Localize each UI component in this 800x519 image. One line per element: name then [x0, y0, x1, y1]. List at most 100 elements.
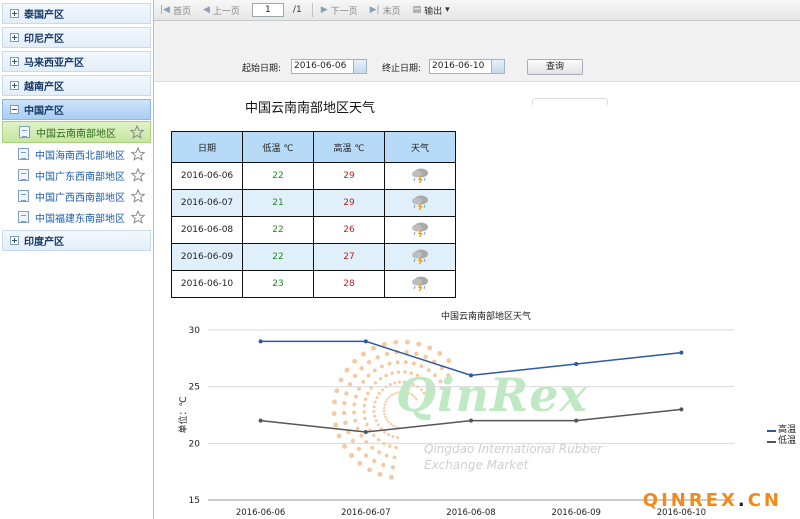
last-page-icon: ▶| [369, 5, 380, 15]
expand-icon [10, 57, 19, 66]
query-button[interactable]: 查询 [527, 59, 583, 75]
chart-legend: 高温 低温 [767, 425, 796, 447]
chart-title: 中国云南南部地区天气 [441, 312, 532, 322]
sub-region-label: 中国福建东南部地区 [35, 213, 125, 225]
high-temp-cell: 29 [313, 162, 385, 190]
watermark-logo: QinRex Qingdao International Rubber Exch… [324, 340, 644, 500]
low-temp-cell: 23 [242, 270, 314, 298]
first-page-button[interactable]: |◀ 首页 [160, 4, 191, 17]
region-sidebar: 泰国产区印尼产区马来西亚产区 越南产区 中国产区 中国云南南部地区 中国海南西北部地… [0, 0, 154, 519]
legend-item: 高温 [767, 425, 796, 436]
region-label: 中国产区 [24, 106, 64, 117]
column-header: 高温 ℃ [313, 131, 385, 163]
export-button[interactable]: ▤ 输出 ▾ [413, 4, 450, 17]
low-temp-cell: 21 [242, 189, 314, 217]
x-tick-label: 2016-06-06 [236, 508, 285, 518]
x-tick-label: 2016-06-09 [551, 508, 600, 518]
date-cell: 2016-06-08 [171, 216, 243, 244]
toolbar-divider [311, 3, 313, 17]
region-china[interactable]: 中国产区 [2, 99, 151, 120]
favorite-star-icon[interactable] [129, 124, 145, 139]
low-temp-cell: 22 [242, 216, 314, 244]
favorite-star-icon[interactable] [130, 167, 146, 182]
table-row: 2016-06-08 22 26 [171, 216, 456, 244]
sub-region-item[interactable]: 中国福建东南部地区 [2, 207, 151, 227]
x-tick-label: 2016-06-07 [341, 508, 390, 518]
high-temp-cell: 28 [313, 270, 385, 298]
end-date-field[interactable]: 2016-06-10 [429, 59, 505, 74]
calendar-icon[interactable] [491, 60, 504, 73]
column-header: 日期 [171, 131, 243, 163]
high-temp-cell: 29 [313, 189, 385, 217]
high-temp-cell: 26 [313, 216, 385, 244]
region-item[interactable]: 印尼产区 [2, 27, 151, 48]
date-filter: 起始日期: 2016-06-06 终止日期: 2016-06-10 查询 [154, 21, 800, 105]
region-label: 印尼产区 [24, 34, 64, 45]
region-item[interactable]: 泰国产区 [2, 3, 151, 24]
sub-region-item[interactable]: 中国云南南部地区 [2, 121, 151, 143]
prev-page-button[interactable]: ◀ 上一页 [203, 4, 240, 17]
thunderstorm-icon [410, 193, 430, 211]
expand-icon [10, 236, 19, 245]
thunderstorm-icon [410, 274, 430, 292]
favorite-star-icon[interactable] [130, 146, 146, 161]
x-tick-label: 2016-06-08 [446, 508, 495, 518]
date-cell: 2016-06-07 [171, 189, 243, 217]
weather-cell [384, 216, 456, 244]
table-row: 2016-06-06 22 29 [171, 162, 456, 190]
next-page-icon: ▶ [320, 5, 328, 15]
sub-region-label: 中国海南西北部地区 [35, 150, 125, 162]
low-temp-cell: 22 [242, 162, 314, 190]
legend-item: 低温 [767, 436, 796, 447]
page-total: /1 [292, 5, 302, 15]
region-item[interactable]: 马来西亚产区 [2, 51, 151, 72]
expand-icon [10, 33, 19, 42]
weather-cell [384, 162, 456, 190]
data-point [258, 418, 263, 423]
sub-region-item[interactable]: 中国广西西南部地区 [2, 186, 151, 206]
main-panel: |◀ 首页 ◀ 上一页 1 /1 ▶ 下一页 ▶| 末页 ▤ 输出 ▾ 起始日期: 2016… [154, 0, 800, 519]
weather-cell [384, 243, 456, 271]
y-tick-label: 15 [189, 496, 200, 506]
sub-region-label: 中国云南南部地区 [36, 128, 116, 140]
y-axis-label: 单位：℃ [177, 396, 189, 433]
y-tick-label: 20 [189, 439, 201, 449]
table-row: 2016-06-09 22 27 [171, 243, 456, 271]
prev-page-icon: ◀ [202, 5, 210, 15]
legend-label: 高温 [778, 425, 797, 435]
low-temp-cell: 22 [242, 243, 314, 271]
sub-region-item[interactable]: 中国海南西北部地区 [2, 144, 151, 164]
data-point [258, 339, 263, 344]
report-title: 中国云南南部地区天气 [245, 101, 376, 116]
region-item[interactable]: 印度产区 [2, 230, 151, 251]
next-page-button[interactable]: ▶ 下一页 [321, 4, 358, 17]
favorite-star-icon[interactable] [130, 188, 146, 203]
date-cell: 2016-06-06 [171, 162, 243, 190]
legend-swatch [767, 440, 776, 443]
page-number-input[interactable]: 1 [251, 3, 284, 17]
collapse-tab[interactable] [532, 98, 608, 105]
region-label: 印度产区 [24, 237, 64, 248]
table-row: 2016-06-10 23 28 [171, 270, 456, 298]
collapse-icon [10, 105, 19, 114]
y-tick-label: 25 [189, 383, 200, 393]
report-icon [19, 126, 30, 138]
start-date-label: 起始日期: [242, 64, 282, 74]
calendar-icon[interactable] [353, 60, 366, 73]
weather-table: 日期 低温 ℃ 高温 ℃ 天气 2016-06-06 22 29 2016-06-07 21 2… [171, 131, 456, 298]
thunderstorm-icon [410, 220, 430, 238]
export-icon: ▤ [412, 5, 422, 15]
start-date-field[interactable]: 2016-06-06 [291, 59, 367, 74]
brand-logo: QINREX.CN [642, 490, 782, 511]
report-icon [18, 211, 29, 223]
chevron-down-icon: ▾ [445, 5, 450, 15]
legend-swatch [767, 429, 776, 432]
region-item[interactable]: 越南产区 [2, 75, 151, 96]
expand-icon [10, 81, 19, 90]
favorite-star-icon[interactable] [130, 209, 146, 224]
end-date-label: 终止日期: [382, 64, 422, 74]
last-page-button[interactable]: ▶| 末页 [370, 4, 401, 17]
sub-region-item[interactable]: 中国广东西南部地区 [2, 165, 151, 185]
legend-label: 低温 [778, 436, 797, 446]
weather-cell [384, 270, 456, 298]
